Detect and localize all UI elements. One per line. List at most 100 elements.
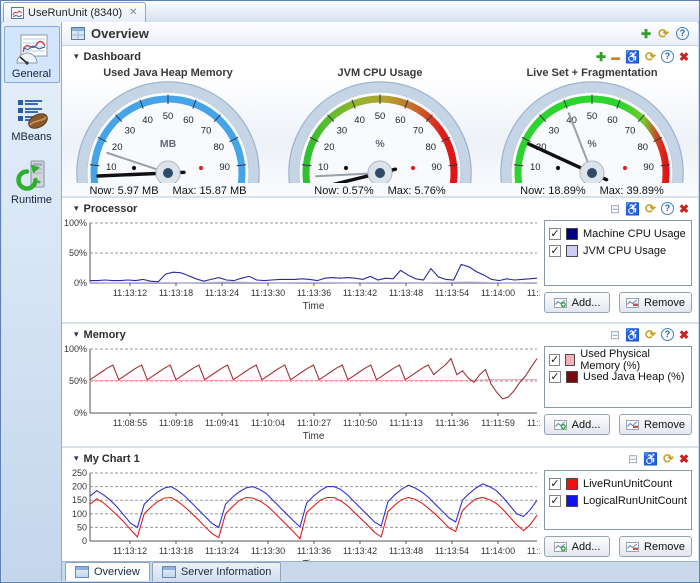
my-chart-1-chart: 25020015010050011:13:1211:13:1811:13:241… <box>62 467 540 561</box>
processor-plot: 100%50%0%11:13:1211:13:1811:13:2411:13:3… <box>62 217 540 313</box>
refresh-icon[interactable]: ⟳ <box>645 51 656 63</box>
sidebar-item-label: MBeans <box>5 131 59 143</box>
svg-text:10: 10 <box>530 162 541 173</box>
gauge-unit: MB <box>160 138 177 150</box>
svg-text:11:13:24: 11:13:24 <box>205 288 239 298</box>
sidebar-item-general[interactable]: General <box>4 26 60 83</box>
legend-swatch <box>566 478 578 490</box>
svg-text:50%: 50% <box>69 248 87 258</box>
legend-checkbox[interactable]: ✓ <box>549 495 561 507</box>
svg-text:11:14:00: 11:14:00 <box>481 546 515 556</box>
add-button[interactable]: Add... <box>544 414 610 435</box>
footer-tab-label: Overview <box>94 566 140 578</box>
accessibility-icon[interactable]: ♿ <box>625 203 640 215</box>
svg-text:11:13:12: 11:13:12 <box>113 288 147 298</box>
my-chart-1-toolbar: ⊟ ♿ ⟳ ✖ <box>628 453 689 465</box>
delete-icon[interactable]: ✖ <box>679 51 689 63</box>
accessibility-icon[interactable]: ♿ <box>625 329 640 341</box>
refresh-icon[interactable]: ⟳ <box>663 453 674 465</box>
tab-userununit[interactable]: UseRunUnit (8340) ✕ <box>3 2 146 22</box>
legend-checkbox[interactable]: ✓ <box>549 371 561 383</box>
legend-box: ✓ LiveRunUnitCount ✓ LogicalRunUnitCount <box>544 470 692 530</box>
help-icon[interactable]: ? <box>676 27 689 40</box>
gauge-title: Used Java Heap Memory <box>64 67 272 79</box>
remove-button[interactable]: Remove <box>619 292 692 313</box>
svg-text:11:13:30: 11:13:30 <box>251 288 285 298</box>
legend-checkbox[interactable]: ✓ <box>549 354 560 366</box>
gauge-svg: 0102030405060708090100% <box>492 79 692 183</box>
svg-text:20: 20 <box>112 142 123 153</box>
add-button[interactable]: Add... <box>544 536 610 557</box>
collapse-icon[interactable]: ▾ <box>74 453 79 464</box>
collapse-icon[interactable]: ▾ <box>74 329 79 340</box>
refresh-icon[interactable]: ⟳ <box>658 28 669 40</box>
tab-title: UseRunUnit (8340) <box>28 7 122 19</box>
remove-icon[interactable]: ▬ <box>611 51 620 63</box>
legend-label: LiveRunUnitCount <box>583 478 672 490</box>
legend-checkbox[interactable]: ✓ <box>549 245 561 257</box>
svg-text:0: 0 <box>82 536 87 546</box>
svg-text:0%: 0% <box>74 278 87 288</box>
add-button-label: Add... <box>572 297 601 309</box>
remove-button[interactable]: Remove <box>619 536 692 557</box>
freeze-icon[interactable]: ⊟ <box>610 203 620 215</box>
section-title: Processor <box>84 203 138 215</box>
console-tab-icon <box>11 7 24 19</box>
help-icon[interactable]: ? <box>661 202 674 215</box>
remove-chart-icon <box>626 542 639 552</box>
collapse-icon[interactable]: ▾ <box>74 51 79 62</box>
gauge-unit: % <box>587 138 597 150</box>
add-icon[interactable]: ✚ <box>641 28 651 40</box>
help-icon[interactable]: ? <box>661 50 674 63</box>
sidebar-item-label: Runtime <box>5 194 59 206</box>
add-button-label: Add... <box>572 419 601 431</box>
gauge-svg: 0102030405060708090100MB <box>68 79 268 183</box>
footer-tab-overview[interactable]: Overview <box>65 562 150 581</box>
freeze-icon[interactable]: ⊟ <box>628 453 638 465</box>
collapse-icon[interactable]: ▾ <box>74 203 79 214</box>
add-button[interactable]: Add... <box>544 292 610 313</box>
gauge-jvm-cpu: JVM CPU Usage 0102030405060708090100% No… <box>276 65 484 196</box>
legend-swatch <box>566 245 578 257</box>
page-icon <box>162 566 176 578</box>
add-button-label: Add... <box>572 541 601 553</box>
accessibility-icon[interactable]: ♿ <box>625 51 640 63</box>
svg-text:11:13:12: 11:13:12 <box>113 546 147 556</box>
add-icon[interactable]: ✚ <box>596 51 606 63</box>
svg-text:11:13:36: 11:13:36 <box>297 546 331 556</box>
close-icon[interactable]: ✕ <box>129 7 137 18</box>
sidebar-item-runtime[interactable]: Runtime <box>4 152 60 209</box>
legend-swatch <box>566 228 578 240</box>
svg-text:50: 50 <box>587 111 598 122</box>
delete-icon[interactable]: ✖ <box>679 329 689 341</box>
footer-tab-server-information[interactable]: Server Information <box>152 562 281 581</box>
processor-chart: 100%50%0%11:13:1211:13:1811:13:2411:13:3… <box>62 217 540 316</box>
sidebar-item-mbeans[interactable]: MBeans <box>4 89 60 146</box>
legend-box: ✓Used Physical Memory (%)✓Used Java Heap… <box>544 346 692 408</box>
overview-icon <box>71 27 85 40</box>
legend-checkbox[interactable]: ✓ <box>549 478 561 490</box>
legend-label: Used Physical Memory (%) <box>580 348 687 372</box>
legend-item: ✓ LogicalRunUnitCount <box>549 492 687 509</box>
remove-button[interactable]: Remove <box>619 414 692 435</box>
refresh-icon[interactable]: ⟳ <box>645 329 656 341</box>
svg-text:50: 50 <box>77 522 87 532</box>
mbeans-icon <box>5 94 59 131</box>
svg-text:11:12:22: 11:12:22 <box>527 418 540 428</box>
svg-text:11:13:24: 11:13:24 <box>205 546 239 556</box>
delete-icon[interactable]: ✖ <box>679 203 689 215</box>
svg-text:50: 50 <box>163 111 174 122</box>
refresh-icon[interactable]: ⟳ <box>645 203 656 215</box>
svg-text:70: 70 <box>625 126 636 137</box>
help-icon[interactable]: ? <box>661 328 674 341</box>
svg-text:Time: Time <box>303 431 325 442</box>
view-toolbar: ✚ ⟳? <box>641 27 689 40</box>
legend-checkbox[interactable]: ✓ <box>549 228 561 240</box>
legend-label: LogicalRunUnitCount <box>583 495 687 507</box>
svg-text:11:14:06: 11:14:06 <box>527 288 540 298</box>
my-chart-1-legend-panel: ✓ LiveRunUnitCount ✓ LogicalRunUnitCount Ad… <box>544 470 692 557</box>
section-title: Dashboard <box>84 51 141 63</box>
delete-icon[interactable]: ✖ <box>679 453 689 465</box>
freeze-icon[interactable]: ⊟ <box>610 329 620 341</box>
accessibility-icon[interactable]: ♿ <box>643 453 658 465</box>
